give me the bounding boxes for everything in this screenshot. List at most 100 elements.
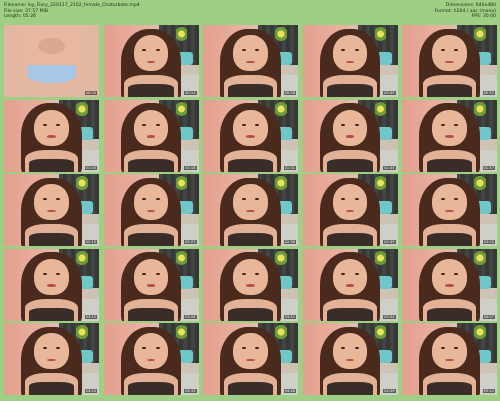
video-thumbnail[interactable]: 02:36 (203, 174, 298, 246)
thumbnail-shirt (327, 307, 373, 321)
thumbnail-mouth (47, 284, 56, 287)
video-thumbnail[interactable]: 03:15 (4, 248, 99, 321)
thumbnail-face (432, 184, 467, 221)
video-thumbnail[interactable]: 03:28 (103, 248, 199, 321)
thumbnail-mouth (345, 209, 355, 213)
thumbnail-mouth (445, 358, 454, 362)
video-thumbnail[interactable]: 00:26 (203, 25, 298, 97)
thumbnail-mouth (445, 60, 454, 64)
thumbnail-timestamp: 02:36 (283, 240, 296, 244)
video-thumbnail[interactable]: 02:10 (4, 174, 99, 246)
video-thumbnail[interactable]: 01:05 (4, 99, 99, 172)
thumbnail-shirt (28, 307, 75, 321)
video-thumbnail[interactable]: 01:31 (203, 99, 298, 172)
video-thumbnail[interactable]: 00:13 (103, 25, 199, 97)
thumbnail-face (432, 109, 467, 146)
thumbnail-shirt (227, 307, 274, 321)
video-thumbnail[interactable]: 04:46 (203, 323, 298, 395)
thumbnail-face (133, 184, 169, 221)
thumbnail-timestamp: 00:00 (84, 91, 97, 95)
video-thumbnail[interactable]: 01:44 (302, 99, 398, 172)
video-thumbnail[interactable]: 02:23 (103, 174, 199, 246)
thumbnail-shirt (128, 84, 174, 97)
thumbnail-eye (354, 49, 359, 52)
video-thumbnail[interactable]: 00:39 (302, 25, 398, 97)
thumbnail-plant (474, 324, 486, 341)
thumbnail-eye (440, 49, 445, 52)
thumbnail-eye (440, 347, 445, 350)
thumbnail-eye (42, 198, 47, 201)
thumbnail-eye (142, 49, 147, 52)
thumbnail-face (332, 35, 368, 72)
thumbnail-shirt (327, 233, 373, 246)
thumbnail-eye (440, 272, 445, 275)
thumbnail-mouth (445, 135, 454, 138)
thumbnail-shirt (227, 382, 274, 395)
thumbnail-plant (76, 100, 88, 117)
thumbnail-mouth (146, 209, 156, 213)
thumbnail-plant (474, 249, 486, 266)
thumbnail-timestamp: 00:52 (482, 91, 495, 95)
thumbnail-face (34, 258, 69, 295)
thumbnail-eye (241, 347, 246, 350)
thumbnail-plant (76, 175, 88, 192)
thumbnail-eye (142, 198, 147, 201)
thumbnail-eye (56, 347, 61, 350)
video-thumbnail[interactable]: 03:54 (302, 248, 398, 321)
thumbnail-eye (142, 347, 147, 350)
thumbnail-plant (175, 249, 188, 266)
thumbnail-eye (142, 272, 147, 275)
thumbnail-eye (42, 347, 47, 350)
thumbnail-plant (474, 26, 486, 43)
video-thumbnail[interactable]: 05:12 (402, 323, 497, 395)
thumbnail-mouth (445, 284, 454, 287)
thumbnail-timestamp: 01:18 (184, 165, 197, 170)
thumbnail-face (133, 258, 169, 295)
thumbnail-shirt (28, 382, 75, 395)
thumbnail-shirt (426, 233, 473, 246)
thumbnail-plant (175, 175, 188, 192)
video-thumbnail[interactable]: 03:02 (402, 174, 497, 246)
video-thumbnail[interactable]: 02:49 (302, 174, 398, 246)
thumbnail-mouth (146, 358, 156, 362)
thumbnail-eye (354, 272, 359, 275)
video-thumbnail[interactable]: 04:59 (302, 323, 398, 395)
video-thumbnail[interactable]: 03:41 (203, 248, 298, 321)
video-thumbnail[interactable]: 04:07 (402, 248, 497, 321)
thumbnail-eye (142, 123, 147, 126)
thumbnail-eye (454, 123, 459, 126)
thumbnail-eye (454, 198, 459, 201)
video-thumbnail[interactable]: 00:00 (4, 25, 99, 97)
thumbnail-timestamp: 04:59 (383, 389, 396, 393)
video-thumbnail[interactable]: 04:33 (103, 323, 199, 395)
thumbnail-mouth (345, 284, 355, 287)
thumbnail-eye (454, 347, 459, 350)
thumbnail-eye (440, 198, 445, 201)
thumbnail-face (432, 258, 467, 295)
thumbnail-timestamp: 03:54 (383, 314, 396, 319)
thumbnail-eye (341, 198, 346, 201)
length-text: Length: 05:26 (4, 14, 37, 20)
video-thumbnail[interactable]: 00:52 (402, 25, 497, 97)
video-thumbnail[interactable]: 01:18 (103, 99, 199, 172)
thumbnail-timestamp: 01:05 (84, 165, 97, 170)
file-info-left: Filename: Ivy_Fiory_220117_2102_female_C… (4, 3, 140, 20)
thumbnail-eye (341, 123, 346, 126)
thumbnail-shirt (28, 158, 75, 172)
thumbnail-eye (241, 49, 246, 52)
video-thumbnail[interactable]: 04:20 (4, 323, 99, 395)
thumbnail-timestamp: 03:15 (84, 314, 97, 319)
thumbnail-plant (76, 249, 88, 266)
thumbnail-timestamp: 00:26 (283, 91, 296, 95)
thumbnail-eye (255, 198, 260, 201)
thumbnail-face (332, 333, 368, 370)
thumbnail-timestamp: 04:07 (482, 314, 495, 319)
thumbnail-mouth (345, 135, 355, 138)
thumbnail-plant (76, 324, 88, 341)
thumbnail-timestamp: 01:57 (482, 165, 495, 170)
thumbnail-face (233, 35, 268, 72)
video-thumbnail[interactable]: 01:57 (402, 99, 497, 172)
thumbnail-eye (255, 347, 260, 350)
file-info-right: Dimensions: 640x480 Format: h264 / aac (… (434, 3, 496, 20)
thumbnail-eye (155, 272, 160, 275)
